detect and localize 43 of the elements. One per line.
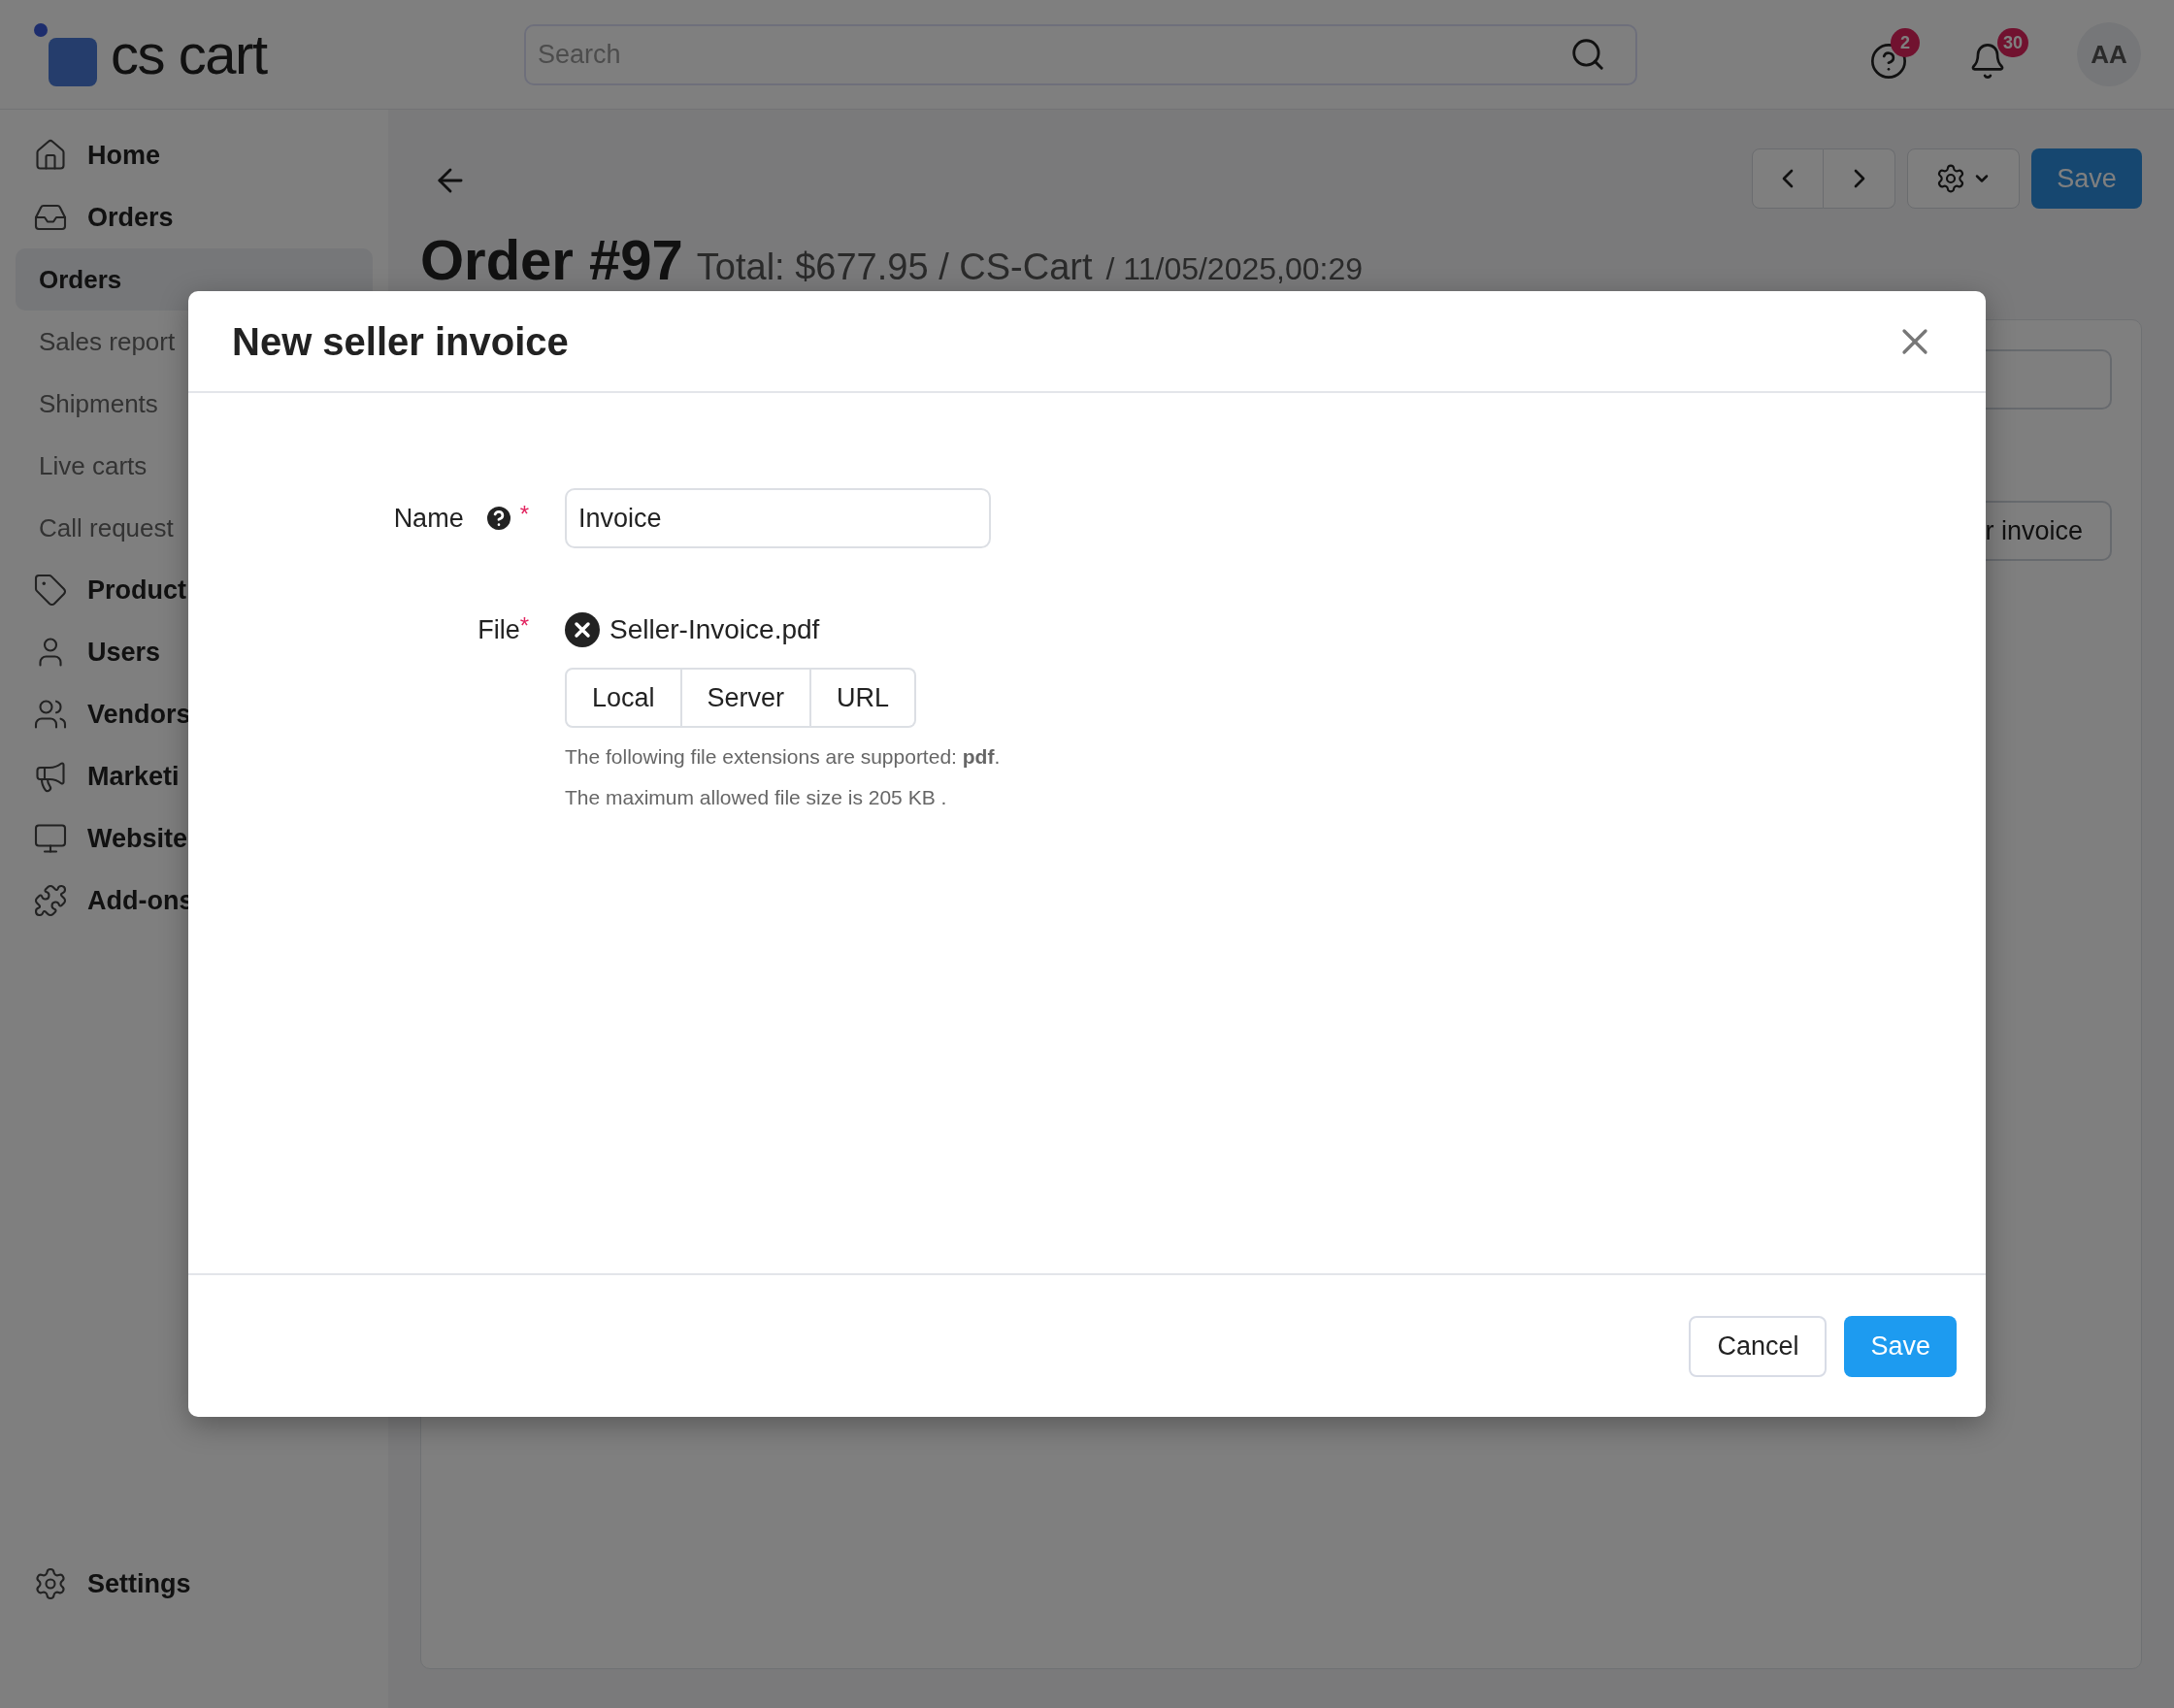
settings-icon: [1935, 163, 1966, 194]
order-date: / 11/05/2025,00:29: [1105, 253, 1363, 284]
dialog-title: New seller invoice: [232, 318, 569, 365]
file-source-button[interactable]: Local: [565, 668, 682, 728]
file-source-button[interactable]: URL: [811, 668, 917, 728]
sidebar-item[interactable]: Website: [16, 807, 373, 870]
save-button[interactable]: Save: [1844, 1315, 1957, 1377]
save-button[interactable]: Save: [2031, 148, 2142, 209]
notification-count-badge: 30: [1996, 28, 2028, 57]
sidebar-item[interactable]: Users: [16, 621, 373, 683]
help-text: The maximum allowed file size is 205 KB .: [565, 784, 948, 810]
file-name: Seller-Invoice.pdf: [609, 613, 820, 646]
sidebar-item[interactable]: Marketi: [16, 745, 373, 807]
puzzle-icon: [33, 883, 68, 918]
sidebar-item[interactable]: Home: [16, 124, 373, 186]
sidebar-item[interactable]: Orders: [16, 186, 373, 248]
order-title: Order #97: [420, 232, 683, 288]
remove-file-icon[interactable]: [565, 612, 600, 647]
notifications-button[interactable]: 30: [1968, 28, 2028, 81]
help-text: The following file extensions are supported: pdf.: [565, 744, 1001, 770]
field-label: File: [478, 613, 520, 646]
cancel-button[interactable]: Cancel: [1689, 1315, 1828, 1377]
sidebar-item[interactable]: Add-ons: [16, 870, 373, 932]
help-count-badge: 2: [1891, 28, 1920, 57]
tag-icon: [33, 573, 68, 608]
required-mark: *: [519, 611, 529, 640]
sidebar-item[interactable]: Product: [16, 559, 373, 621]
name-input[interactable]: Invoice: [565, 488, 991, 548]
home-icon: [33, 138, 68, 173]
settings-dropdown-button[interactable]: [1907, 148, 2020, 209]
logo-icon: [33, 22, 97, 86]
field-label: Name: [393, 502, 464, 535]
user-avatar[interactable]: AA: [2077, 22, 2141, 86]
help-button[interactable]: 2: [1869, 28, 1920, 81]
megaphone-icon: [33, 759, 68, 794]
sidebar-item[interactable]: Vendors: [16, 683, 373, 745]
monitor-icon: [33, 821, 68, 856]
order-total: Total: $677.95 / CS-Cart: [696, 248, 1093, 285]
file-source-button[interactable]: Server: [681, 668, 812, 728]
settings-icon: [33, 1566, 68, 1601]
required-mark: *: [519, 499, 529, 529]
logo-text: cs cart: [111, 26, 267, 82]
sidebar-item[interactable]: Settings: [16, 1553, 373, 1615]
